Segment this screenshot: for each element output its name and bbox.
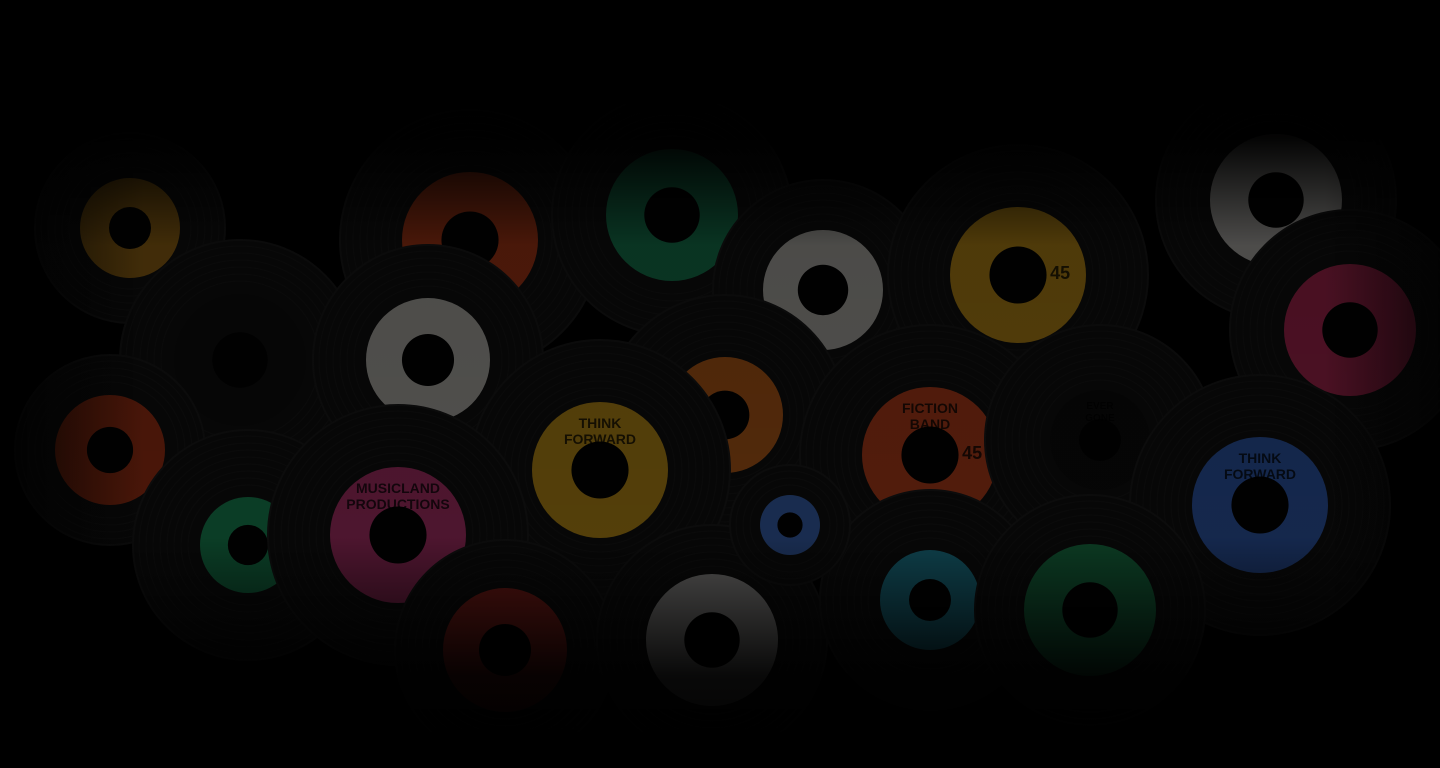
label-text: 45	[962, 443, 982, 463]
spindle-hole	[212, 332, 268, 388]
spindle-hole	[684, 612, 740, 668]
spindle-hole	[369, 506, 427, 564]
spindle-hole	[1231, 476, 1289, 534]
spindle-hole	[227, 524, 269, 566]
spindle-hole	[644, 187, 700, 243]
spindle-hole	[1079, 419, 1121, 461]
label-text: 45	[1050, 263, 1070, 283]
spindle-hole	[797, 264, 849, 316]
label-text: EVER	[1086, 401, 1114, 412]
label-text: FORWARD	[564, 431, 636, 447]
spindle-hole	[901, 426, 959, 484]
spindle-hole	[109, 207, 151, 249]
spindle-hole	[1062, 582, 1118, 638]
spindle-hole	[478, 623, 532, 677]
spindle-hole	[571, 441, 629, 499]
label-text: GONE	[1085, 413, 1115, 424]
label-text: FICTION	[902, 400, 958, 416]
label-text: MUSICLAND	[356, 480, 440, 496]
record-green-bottom-right	[974, 494, 1206, 726]
label-text: PRODUCTIONS	[346, 496, 449, 512]
label-text: THINK	[579, 415, 622, 431]
record-red-bottom	[394, 539, 616, 761]
vinyl-records-background: 45THINKFORWARDFICTIONBAND45EVERGONETHINK…	[14, 79, 1440, 761]
spindle-hole	[777, 512, 803, 538]
spindle-hole	[401, 333, 455, 387]
label-text: BAND	[910, 416, 950, 432]
spindle-hole	[909, 579, 951, 621]
spindle-hole	[86, 426, 134, 474]
label-text: FORWARD	[1224, 466, 1296, 482]
record-blue-small	[729, 464, 851, 586]
spindle-hole	[1322, 302, 1378, 358]
label-text: THINK	[1239, 450, 1282, 466]
spindle-hole	[989, 246, 1047, 304]
spindle-hole	[1248, 172, 1304, 228]
